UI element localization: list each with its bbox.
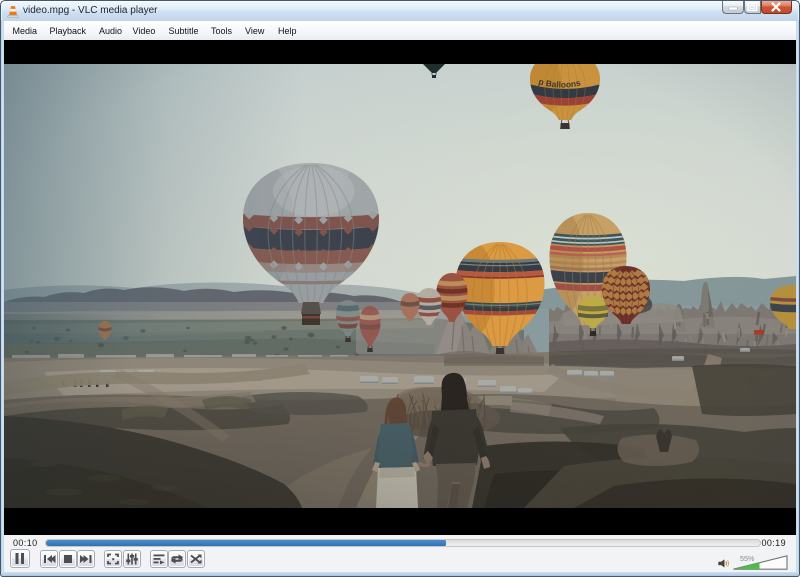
svg-text:55%: 55%	[740, 554, 755, 563]
